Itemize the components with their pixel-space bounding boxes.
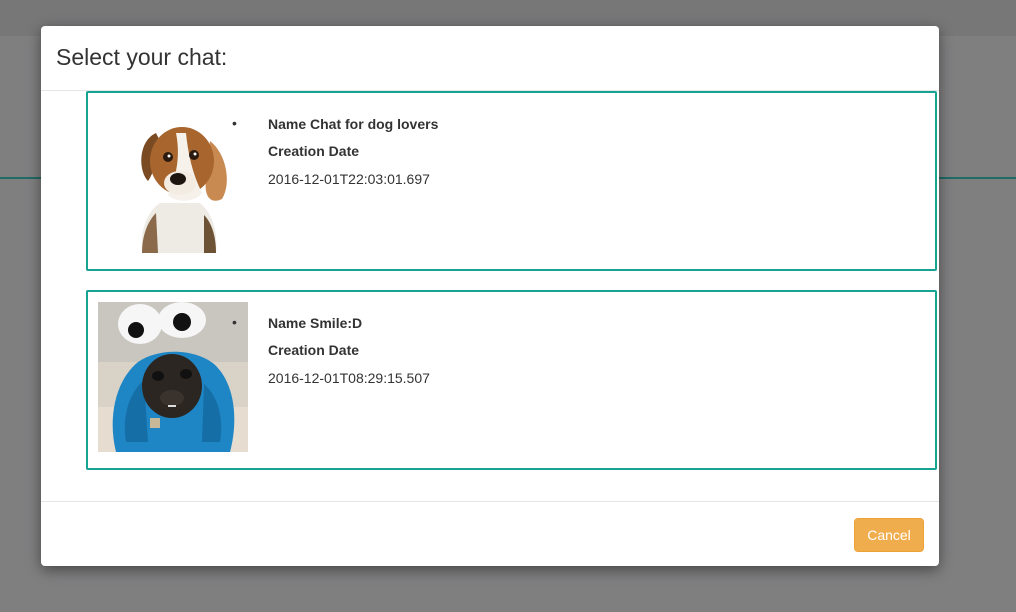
- modal-title: Select your chat:: [56, 44, 228, 70]
- chat-avatar-pug: [98, 302, 248, 452]
- chat-card[interactable]: • Name Chat for dog lovers Creation Date…: [86, 91, 937, 271]
- chat-name: Name Chat for dog lovers: [268, 116, 439, 132]
- list-bullet: •: [232, 115, 237, 131]
- chat-avatar-beagle: [98, 103, 248, 253]
- modal-footer: Cancel: [41, 501, 939, 567]
- cancel-button[interactable]: Cancel: [854, 518, 924, 552]
- creation-date-value: 2016-12-01T22:03:01.697: [268, 171, 430, 187]
- creation-date-label: Creation Date: [268, 143, 360, 159]
- chat-name: Name Smile:D: [268, 315, 363, 331]
- creation-date-label: Creation Date: [268, 342, 360, 358]
- list-bullet: •: [232, 314, 237, 330]
- modal-header: Select your chat:: [41, 26, 939, 91]
- creation-date-value: 2016-12-01T08:29:15.507: [268, 370, 430, 386]
- chat-card[interactable]: • Name Smile:D Creation Date 2016-12-01T…: [86, 290, 937, 470]
